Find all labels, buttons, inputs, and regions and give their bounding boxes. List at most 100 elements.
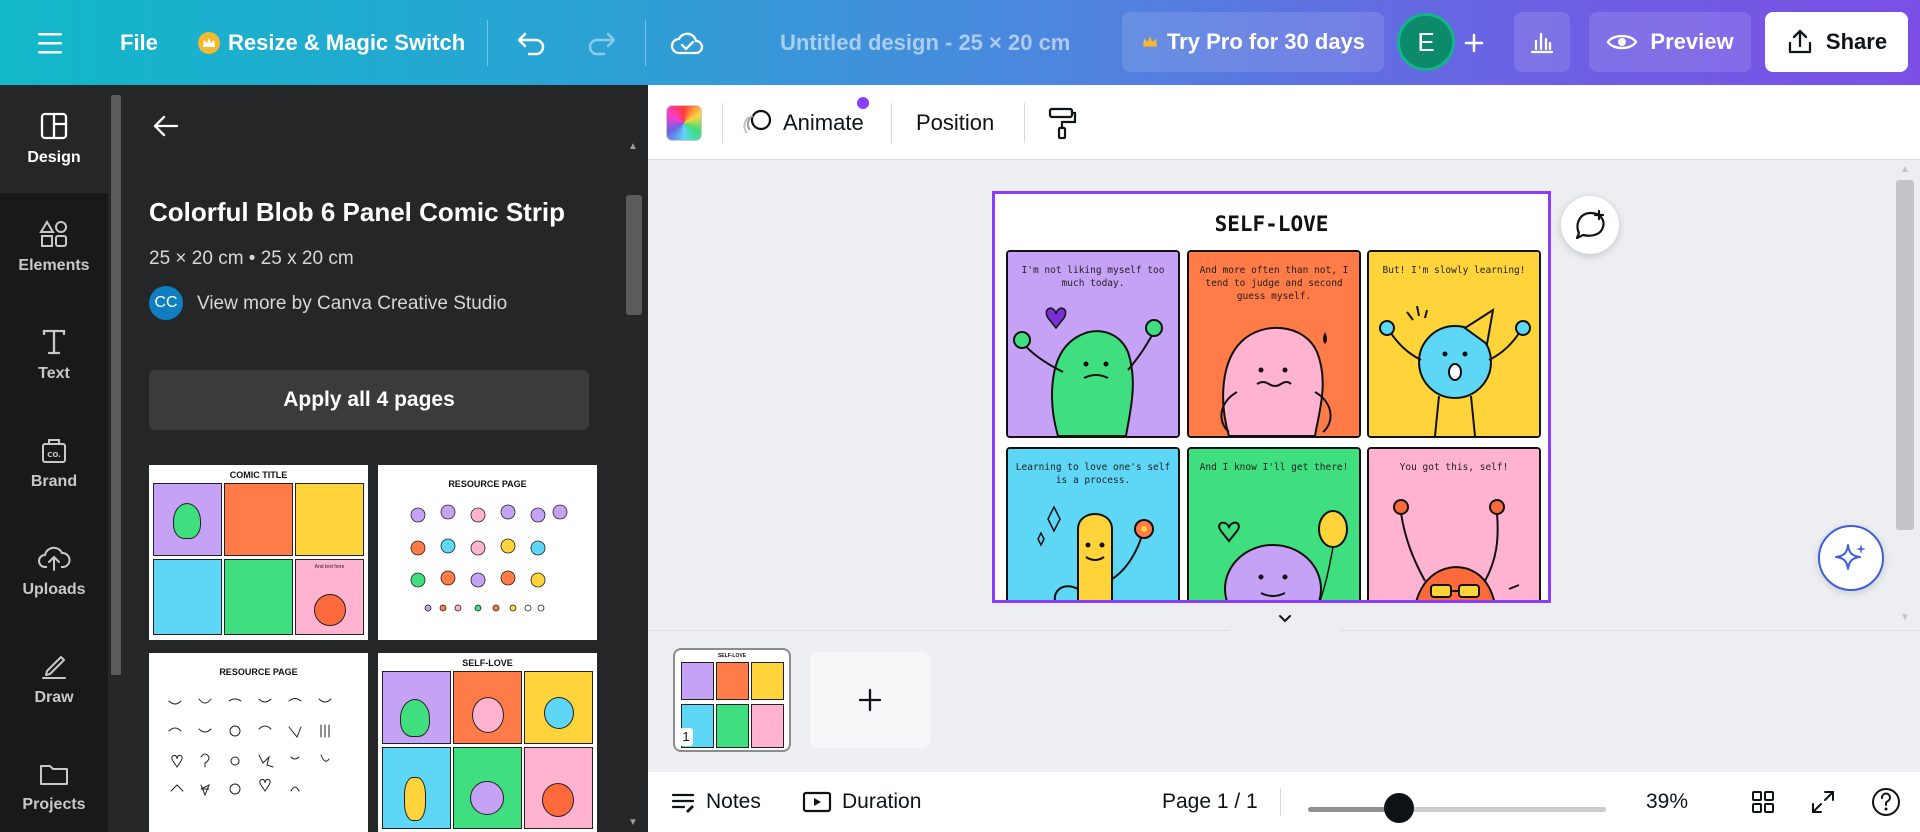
rail-item-elements[interactable]: Elements — [0, 193, 108, 301]
design-page[interactable]: SELF-LOVE I'm not liking myself too much… — [992, 191, 1551, 603]
plus-icon — [1464, 33, 1484, 52]
shapes-icon — [39, 220, 67, 247]
redo-icon — [588, 32, 616, 55]
page-indicator-button[interactable]: Page 1 / 1 — [1162, 772, 1258, 832]
scroll-up-arrow-icon[interactable]: ▲ — [628, 141, 638, 152]
creator-avatar[interactable]: CC — [149, 286, 183, 320]
left-rail: Design Elements Text CO. Brand Uploads D… — [0, 85, 108, 832]
toggle-page-strip-button[interactable] — [1230, 607, 1340, 631]
rail-item-label: Projects — [22, 796, 86, 813]
thumb-panel — [716, 704, 749, 748]
sparkle-icon — [1835, 544, 1866, 570]
comic-panel[interactable]: And more often than not, I tend to judge… — [1187, 250, 1361, 438]
party-blob-character — [1379, 305, 1531, 436]
context-toolbar: Animate Position — [648, 85, 1920, 160]
try-pro-button[interactable]: Try Pro for 30 days — [1122, 12, 1384, 72]
template-page-thumb[interactable]: RESOURCE PAGE — [149, 653, 368, 832]
rail-item-draw[interactable]: Draw — [0, 625, 108, 733]
help-icon — [1872, 788, 1900, 816]
rail-scrollbar[interactable] — [111, 95, 121, 675]
template-size: 25 × 20 cm • 25 x 20 cm — [149, 248, 354, 269]
page-heading[interactable]: SELF-LOVE — [995, 212, 1548, 236]
magic-assistant-button[interactable] — [1818, 525, 1884, 591]
invite-button[interactable] — [1462, 0, 1486, 85]
share-upload-icon — [1788, 29, 1812, 54]
resize-magic-switch-button[interactable]: Resize & Magic Switch — [198, 0, 465, 85]
brand-kit-icon: CO. — [42, 439, 66, 463]
share-label: Share — [1825, 29, 1888, 54]
rail-item-text[interactable]: Text — [0, 301, 108, 409]
insights-button[interactable] — [1514, 12, 1570, 72]
blob-character — [173, 503, 201, 539]
rail-item-label: Uploads — [22, 581, 86, 598]
template-page-thumb[interactable]: SELF-LOVE — [378, 653, 597, 832]
thumb-panel: And text here — [295, 559, 364, 635]
scroll-down-arrow-icon[interactable]: ▼ — [1900, 612, 1910, 623]
save-status-button[interactable] — [670, 0, 704, 85]
page-thumbnail[interactable]: SELF-LOVE 1 — [673, 648, 791, 752]
background-color-button[interactable] — [666, 85, 702, 160]
animate-button[interactable]: Animate — [743, 85, 869, 160]
comic-panel[interactable]: I'm not liking myself too much today. — [1006, 250, 1180, 438]
avatar[interactable]: E — [1397, 13, 1455, 71]
rail-item-label: Elements — [18, 257, 90, 274]
thumb-panel — [295, 483, 364, 556]
scroll-up-arrow-icon[interactable]: ▲ — [1900, 164, 1910, 175]
add-comment-button[interactable] — [1561, 196, 1619, 254]
notes-button[interactable]: Notes — [670, 772, 761, 832]
zoom-slider-track[interactable] — [1308, 807, 1606, 812]
rail-item-label: Design — [27, 149, 81, 166]
add-page-button[interactable] — [810, 652, 930, 748]
thumb-title: COMIC TITLE — [229, 470, 288, 480]
document-title[interactable]: Untitled design - 25 × 20 cm — [780, 0, 1070, 85]
main-menu-button[interactable] — [38, 0, 66, 85]
balloon-blob-character — [1218, 510, 1348, 600]
zoom-slider-handle[interactable] — [1384, 793, 1414, 823]
text-icon — [42, 329, 66, 355]
zoom-percent-button[interactable]: 39% — [1646, 772, 1688, 832]
help-button[interactable] — [1870, 772, 1902, 832]
thumb-panel — [224, 559, 293, 635]
duration-label: Duration — [842, 790, 922, 813]
rainbow-color-icon — [666, 104, 702, 141]
undo-button[interactable] — [517, 0, 547, 85]
comic-panel[interactable]: Learning to love one's self is a process… — [1006, 447, 1180, 600]
editor-footer: Notes Duration Page 1 / 1 39% — [648, 772, 1920, 832]
template-detail-panel: Colorful Blob 6 Panel Comic Strip 25 × 2… — [108, 85, 648, 832]
apply-all-pages-button[interactable]: Apply all 4 pages — [149, 370, 589, 430]
flower-blob-character — [1037, 505, 1154, 600]
rail-item-brand[interactable]: CO. Brand — [0, 409, 108, 517]
pen-icon — [42, 656, 66, 679]
redo-button[interactable] — [586, 0, 616, 85]
comic-panel[interactable]: But! I'm slowly learning! — [1367, 250, 1541, 438]
grid-view-button[interactable] — [1750, 772, 1776, 832]
arrow-left-icon — [153, 115, 179, 137]
template-page-thumb[interactable]: COMIC TITLE And text here — [149, 465, 368, 640]
thumb-panel — [751, 704, 784, 748]
file-menu-button[interactable]: File — [120, 0, 158, 85]
cloud-check-icon — [670, 32, 704, 54]
blob-character — [404, 777, 426, 821]
worried-blob-character — [1220, 326, 1332, 436]
share-button[interactable]: Share — [1765, 12, 1908, 72]
panel-scrollbar-thumb[interactable] — [626, 195, 642, 315]
template-page-thumb[interactable]: RESOURCE PAGE — [378, 465, 597, 640]
fullscreen-button[interactable] — [1810, 772, 1836, 832]
creator-link[interactable]: View more by Canva Creative Studio — [197, 293, 507, 315]
blob-character — [542, 783, 574, 817]
back-button[interactable] — [152, 113, 180, 144]
comic-panel[interactable]: And I know I'll get there! — [1187, 447, 1361, 600]
duration-button[interactable]: Duration — [802, 772, 921, 832]
rail-item-projects[interactable]: Projects — [0, 733, 108, 832]
canvas-scrollbar[interactable] — [1896, 180, 1914, 530]
rail-item-design[interactable]: Design — [0, 85, 108, 193]
preview-button[interactable]: Preview — [1589, 12, 1751, 72]
position-button[interactable]: Position — [916, 85, 994, 160]
comic-panel[interactable]: You got this, self! — [1367, 447, 1541, 600]
scroll-down-arrow-icon[interactable]: ▼ — [628, 817, 638, 828]
thumb-panel — [153, 559, 222, 635]
svg-text:CO.: CO. — [47, 451, 61, 459]
toolbar-divider — [487, 20, 488, 66]
copy-style-button[interactable] — [1046, 85, 1078, 160]
rail-item-uploads[interactable]: Uploads — [0, 517, 108, 625]
